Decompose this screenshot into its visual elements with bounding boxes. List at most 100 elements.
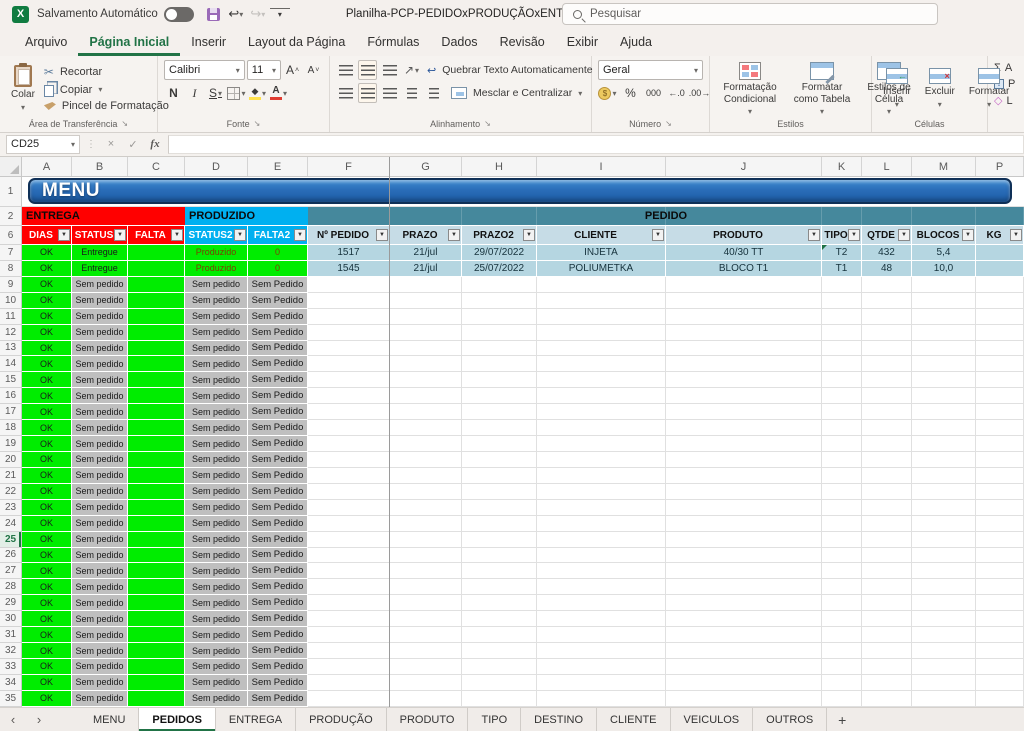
- sheet-tab-outros[interactable]: OUTROS: [753, 708, 827, 731]
- cell-P19[interactable]: [976, 436, 1024, 452]
- cell-E12[interactable]: Sem Pedido: [248, 325, 308, 341]
- cell-K20[interactable]: [822, 452, 862, 468]
- cell-C8[interactable]: [128, 261, 185, 277]
- cell-D28[interactable]: Sem pedido: [185, 579, 248, 595]
- percent-style-button[interactable]: %: [621, 83, 640, 103]
- row-header-32[interactable]: 32: [0, 643, 22, 659]
- cell-G8[interactable]: 21/jul: [390, 261, 462, 277]
- cell-H8[interactable]: 25/07/2022: [462, 261, 537, 277]
- header-cell-B6[interactable]: STATUS▼: [72, 226, 128, 245]
- merge-dropdown-icon[interactable]: ▾: [578, 89, 582, 98]
- cell-A35[interactable]: OK: [22, 691, 72, 707]
- cell-L7[interactable]: 432: [862, 245, 912, 261]
- menu-tab-fórmulas[interactable]: Fórmulas: [356, 30, 430, 56]
- cell-I22[interactable]: [537, 484, 666, 500]
- cell-G34[interactable]: [390, 675, 462, 691]
- header-cell-C6[interactable]: FALTA▼: [128, 226, 185, 245]
- cell-K35[interactable]: [822, 691, 862, 707]
- autosave-toggle[interactable]: [164, 7, 194, 22]
- cell-H9[interactable]: [462, 277, 537, 293]
- cell-F27[interactable]: [308, 563, 390, 579]
- cell-H31[interactable]: [462, 627, 537, 643]
- cell-I13[interactable]: [537, 341, 666, 357]
- row-header-20[interactable]: 20: [0, 452, 22, 468]
- cell-F12[interactable]: [308, 325, 390, 341]
- column-header-B[interactable]: B: [72, 157, 128, 176]
- cell-I9[interactable]: [537, 277, 666, 293]
- cell-A24[interactable]: OK: [22, 516, 72, 532]
- cell-H29[interactable]: [462, 595, 537, 611]
- cell-D19[interactable]: Sem pedido: [185, 436, 248, 452]
- delete-cells-button[interactable]: × Excluir ▾: [920, 66, 960, 111]
- cell-F21[interactable]: [308, 468, 390, 484]
- cell-F14[interactable]: [308, 356, 390, 372]
- cell-D16[interactable]: Sem pedido: [185, 388, 248, 404]
- cell-B34[interactable]: Sem pedido: [72, 675, 128, 691]
- cell-K10[interactable]: [822, 293, 862, 309]
- cell-H34[interactable]: [462, 675, 537, 691]
- column-header-M[interactable]: M: [912, 157, 976, 176]
- cell-D30[interactable]: Sem pedido: [185, 611, 248, 627]
- cell-P25[interactable]: [976, 532, 1024, 548]
- column-header-J[interactable]: J: [666, 157, 822, 176]
- cell-I33[interactable]: [537, 659, 666, 675]
- cell-J33[interactable]: [666, 659, 822, 675]
- cell-K33[interactable]: [822, 659, 862, 675]
- comma-style-button[interactable]: 000: [644, 83, 663, 103]
- cell-G20[interactable]: [390, 452, 462, 468]
- cell-F28[interactable]: [308, 579, 390, 595]
- cell-L29[interactable]: [862, 595, 912, 611]
- cell-D7[interactable]: Produzido: [185, 245, 248, 261]
- cell-B26[interactable]: Sem pedido: [72, 548, 128, 564]
- cell-E17[interactable]: Sem Pedido: [248, 404, 308, 420]
- cell-F33[interactable]: [308, 659, 390, 675]
- cell-M19[interactable]: [912, 436, 976, 452]
- cell-A33[interactable]: OK: [22, 659, 72, 675]
- sheet-tab-cliente[interactable]: CLIENTE: [597, 708, 670, 731]
- cell-E15[interactable]: Sem Pedido: [248, 372, 308, 388]
- redo-dropdown-icon[interactable]: ▾: [261, 10, 265, 19]
- cell-P7[interactable]: [976, 245, 1024, 261]
- accounting-format-button[interactable]: $▾: [598, 83, 617, 103]
- cell-K16[interactable]: [822, 388, 862, 404]
- filter-button-H[interactable]: ▼: [523, 229, 535, 241]
- cell-B8[interactable]: Entregue: [72, 261, 128, 277]
- cell-B28[interactable]: Sem pedido: [72, 579, 128, 595]
- cell-D29[interactable]: Sem pedido: [185, 595, 248, 611]
- cell-C15[interactable]: [128, 372, 185, 388]
- cell-P32[interactable]: [976, 643, 1024, 659]
- cell-K15[interactable]: [822, 372, 862, 388]
- cell-H20[interactable]: [462, 452, 537, 468]
- row-header-10[interactable]: 10: [0, 293, 22, 309]
- menu-tab-layout-da-página[interactable]: Layout da Página: [237, 30, 356, 56]
- cell-B27[interactable]: Sem pedido: [72, 563, 128, 579]
- orientation-button[interactable]: ↗▾: [402, 60, 421, 80]
- row-header-31[interactable]: 31: [0, 627, 22, 643]
- cell-K22[interactable]: [822, 484, 862, 500]
- cell-D27[interactable]: Sem pedido: [185, 563, 248, 579]
- header-cell-F6[interactable]: Nº PEDIDO▼: [308, 226, 390, 245]
- cell-M15[interactable]: [912, 372, 976, 388]
- cell-K34[interactable]: [822, 675, 862, 691]
- cell-F22[interactable]: [308, 484, 390, 500]
- cell-J22[interactable]: [666, 484, 822, 500]
- cell-K29[interactable]: [822, 595, 862, 611]
- underline-button[interactable]: S▾: [206, 83, 225, 103]
- increase-font-button[interactable]: A˄: [283, 60, 302, 80]
- cell-C23[interactable]: [128, 500, 185, 516]
- filter-button-I[interactable]: ▼: [652, 229, 664, 241]
- cell-J21[interactable]: [666, 468, 822, 484]
- row-header-2[interactable]: 2: [0, 207, 22, 226]
- cell-F16[interactable]: [308, 388, 390, 404]
- cell-M34[interactable]: [912, 675, 976, 691]
- row-header-29[interactable]: 29: [0, 595, 22, 611]
- cell-H11[interactable]: [462, 309, 537, 325]
- cell-A29[interactable]: OK: [22, 595, 72, 611]
- header-cell-E6[interactable]: FALTA2▼: [248, 226, 308, 245]
- filter-button-C[interactable]: ▼: [171, 229, 183, 241]
- cell-F11[interactable]: [308, 309, 390, 325]
- cell-A9[interactable]: OK: [22, 277, 72, 293]
- cell-J24[interactable]: [666, 516, 822, 532]
- cell-A28[interactable]: OK: [22, 579, 72, 595]
- cell-A25[interactable]: OK: [22, 532, 72, 548]
